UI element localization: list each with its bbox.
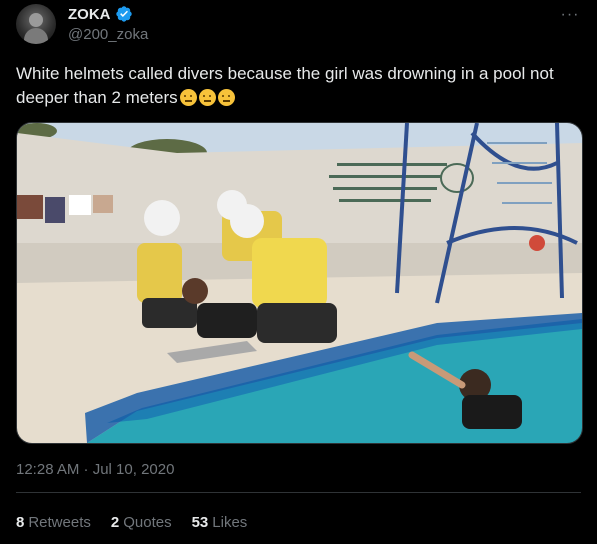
verified-badge-icon: [115, 5, 133, 23]
quotes-count: 2: [110, 514, 120, 531]
quotes-stat[interactable]: 2 Quotes: [111, 514, 172, 531]
likes-stat[interactable]: 53 Likes: [192, 514, 248, 531]
avatar-head: [29, 13, 43, 27]
face-with-raised-eyebrow-emoji: [198, 89, 216, 106]
thinking-face-emoji: [179, 89, 197, 106]
tweet-text: White helmets called divers because the …: [16, 62, 581, 110]
tweet: ZOKA @200_zoka ··· White helmets called …: [0, 0, 597, 544]
quotes-label: Quotes: [123, 514, 172, 531]
pool-scene-image: [17, 123, 582, 443]
retweets-stat[interactable]: 8 Retweets: [16, 514, 91, 531]
divider: [16, 492, 581, 493]
author-display-name[interactable]: ZOKA: [68, 6, 111, 23]
author-name-row: ZOKA: [68, 4, 133, 24]
tweet-timestamp[interactable]: 12:28 AM · Jul 10, 2020: [16, 461, 174, 478]
author-handle[interactable]: @200_zoka: [68, 26, 148, 43]
avatar[interactable]: [16, 4, 56, 44]
avatar-body: [24, 28, 48, 44]
tweet-media-video[interactable]: [16, 122, 583, 444]
engagement-stats: 8 Retweets 2 Quotes 53 Likes: [16, 514, 247, 531]
more-options-icon[interactable]: ···: [559, 6, 581, 24]
retweets-label: Retweets: [28, 514, 91, 531]
face-with-raised-eyebrow-emoji-2: [217, 89, 235, 106]
tweet-text-body: White helmets called divers because the …: [16, 64, 554, 107]
likes-count: 53: [191, 514, 209, 531]
retweets-count: 8: [16, 514, 25, 531]
likes-label: Likes: [212, 514, 248, 531]
